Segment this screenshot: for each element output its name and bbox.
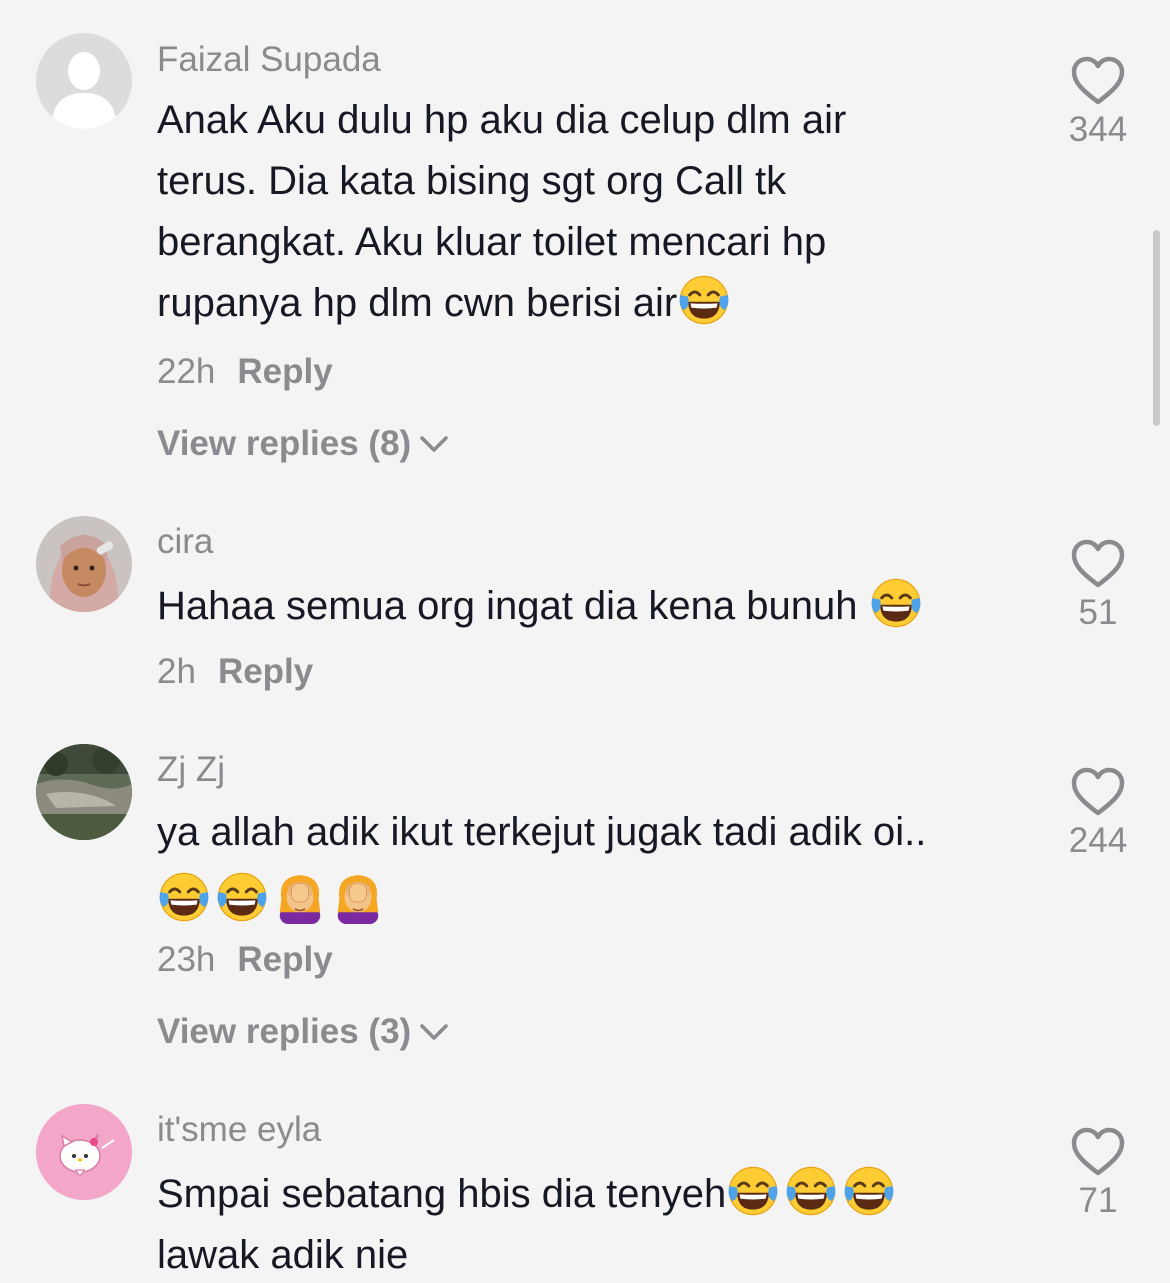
hello-kitty-avatar[interactable] (36, 1104, 132, 1200)
comments-screen: Faizal Supada Anak Aku dulu hp aku dia c… (0, 0, 1170, 1283)
face-with-tears-of-joy-emoji (842, 1164, 896, 1218)
comment-text: ya allah adik ikut terkejut jugak tadi a… (157, 802, 1037, 924)
emoji-line (157, 863, 1037, 924)
comment-line-with-emoji: Smpai sebatang hbis dia tenyeh (157, 1164, 1037, 1225)
comment-line-with-emoji: rupanya hp dlm cwn berisi air (157, 273, 1037, 334)
default-avatar-icon[interactable] (36, 33, 132, 129)
heart-icon[interactable] (1070, 56, 1126, 106)
face-with-tears-of-joy-emoji (784, 1164, 838, 1218)
view-replies-label: View replies (8) (157, 424, 412, 463)
landscape-photo-avatar[interactable] (36, 744, 132, 840)
face-with-tears-of-joy-emoji (677, 273, 731, 327)
comment-meta: 22h Reply (157, 352, 333, 392)
view-replies-button[interactable]: View replies (3) (157, 1012, 449, 1052)
reply-button[interactable]: Reply (218, 652, 313, 691)
comment-time: 22h (157, 352, 216, 391)
chevron-down-icon (419, 434, 449, 454)
comment-text: Hahaa semua org ingat dia kena bunuh (157, 576, 1037, 637)
comment-meta: 2h Reply (157, 652, 313, 692)
like-count: 244 (1068, 821, 1128, 860)
woman-facepalming-emoji (331, 870, 385, 924)
comment-username[interactable]: it'sme eyla (157, 1110, 321, 1150)
like-button[interactable]: 51 (1058, 539, 1138, 633)
comment-line: Hahaa semua org ingat dia kena bunuh (157, 584, 869, 628)
woman-facepalming-emoji (273, 870, 327, 924)
comment-username[interactable]: cira (157, 522, 213, 562)
view-replies-button[interactable]: View replies (8) (157, 424, 449, 464)
like-button[interactable]: 71 (1058, 1127, 1138, 1221)
heart-icon[interactable] (1070, 539, 1126, 589)
comment-line: Anak Aku dulu hp aku dia celup dlm air (157, 98, 847, 142)
heart-icon[interactable] (1070, 767, 1126, 817)
like-button[interactable]: 244 (1058, 767, 1138, 861)
comment-time: 23h (157, 940, 216, 979)
reply-button[interactable]: Reply (237, 940, 332, 979)
like-count: 344 (1068, 110, 1128, 149)
comment-username[interactable]: Zj Zj (157, 750, 225, 790)
reply-button[interactable]: Reply (237, 352, 332, 391)
comment-meta: 23h Reply (157, 940, 333, 980)
like-count: 71 (1078, 1181, 1118, 1220)
comment-text: Anak Aku dulu hp aku dia celup dlm air t… (157, 90, 1037, 334)
comment-text: Smpai sebatang hbis dia tenyeh lawak adi… (157, 1164, 1037, 1283)
face-with-tears-of-joy-emoji (869, 576, 923, 630)
like-button[interactable]: 344 (1058, 56, 1138, 150)
view-replies-label: View replies (3) (157, 1012, 412, 1051)
scrollbar[interactable] (1153, 230, 1160, 426)
heart-icon[interactable] (1070, 1127, 1126, 1177)
comment-username[interactable]: Faizal Supada (157, 40, 381, 80)
comment-line-with-emoji: Hahaa semua org ingat dia kena bunuh (157, 576, 1037, 637)
comment-line: berangkat. Aku kluar toilet mencari hp (157, 220, 827, 264)
comment-line: ya allah adik ikut terkejut jugak tadi a… (157, 810, 927, 854)
face-with-tears-of-joy-emoji (215, 870, 269, 924)
comment-line: rupanya hp dlm cwn berisi air (157, 281, 678, 325)
comment-line: lawak adik nie (157, 1233, 409, 1277)
comment-line: terus. Dia kata bising sgt org Call tk (157, 159, 787, 203)
comment-line: Smpai sebatang hbis dia tenyeh (157, 1172, 727, 1216)
face-with-tears-of-joy-emoji (157, 870, 211, 924)
chevron-down-icon (419, 1022, 449, 1042)
like-count: 51 (1078, 593, 1118, 632)
face-with-tears-of-joy-emoji (726, 1164, 780, 1218)
user-photo-avatar[interactable] (36, 516, 132, 612)
comment-time: 2h (157, 652, 196, 691)
